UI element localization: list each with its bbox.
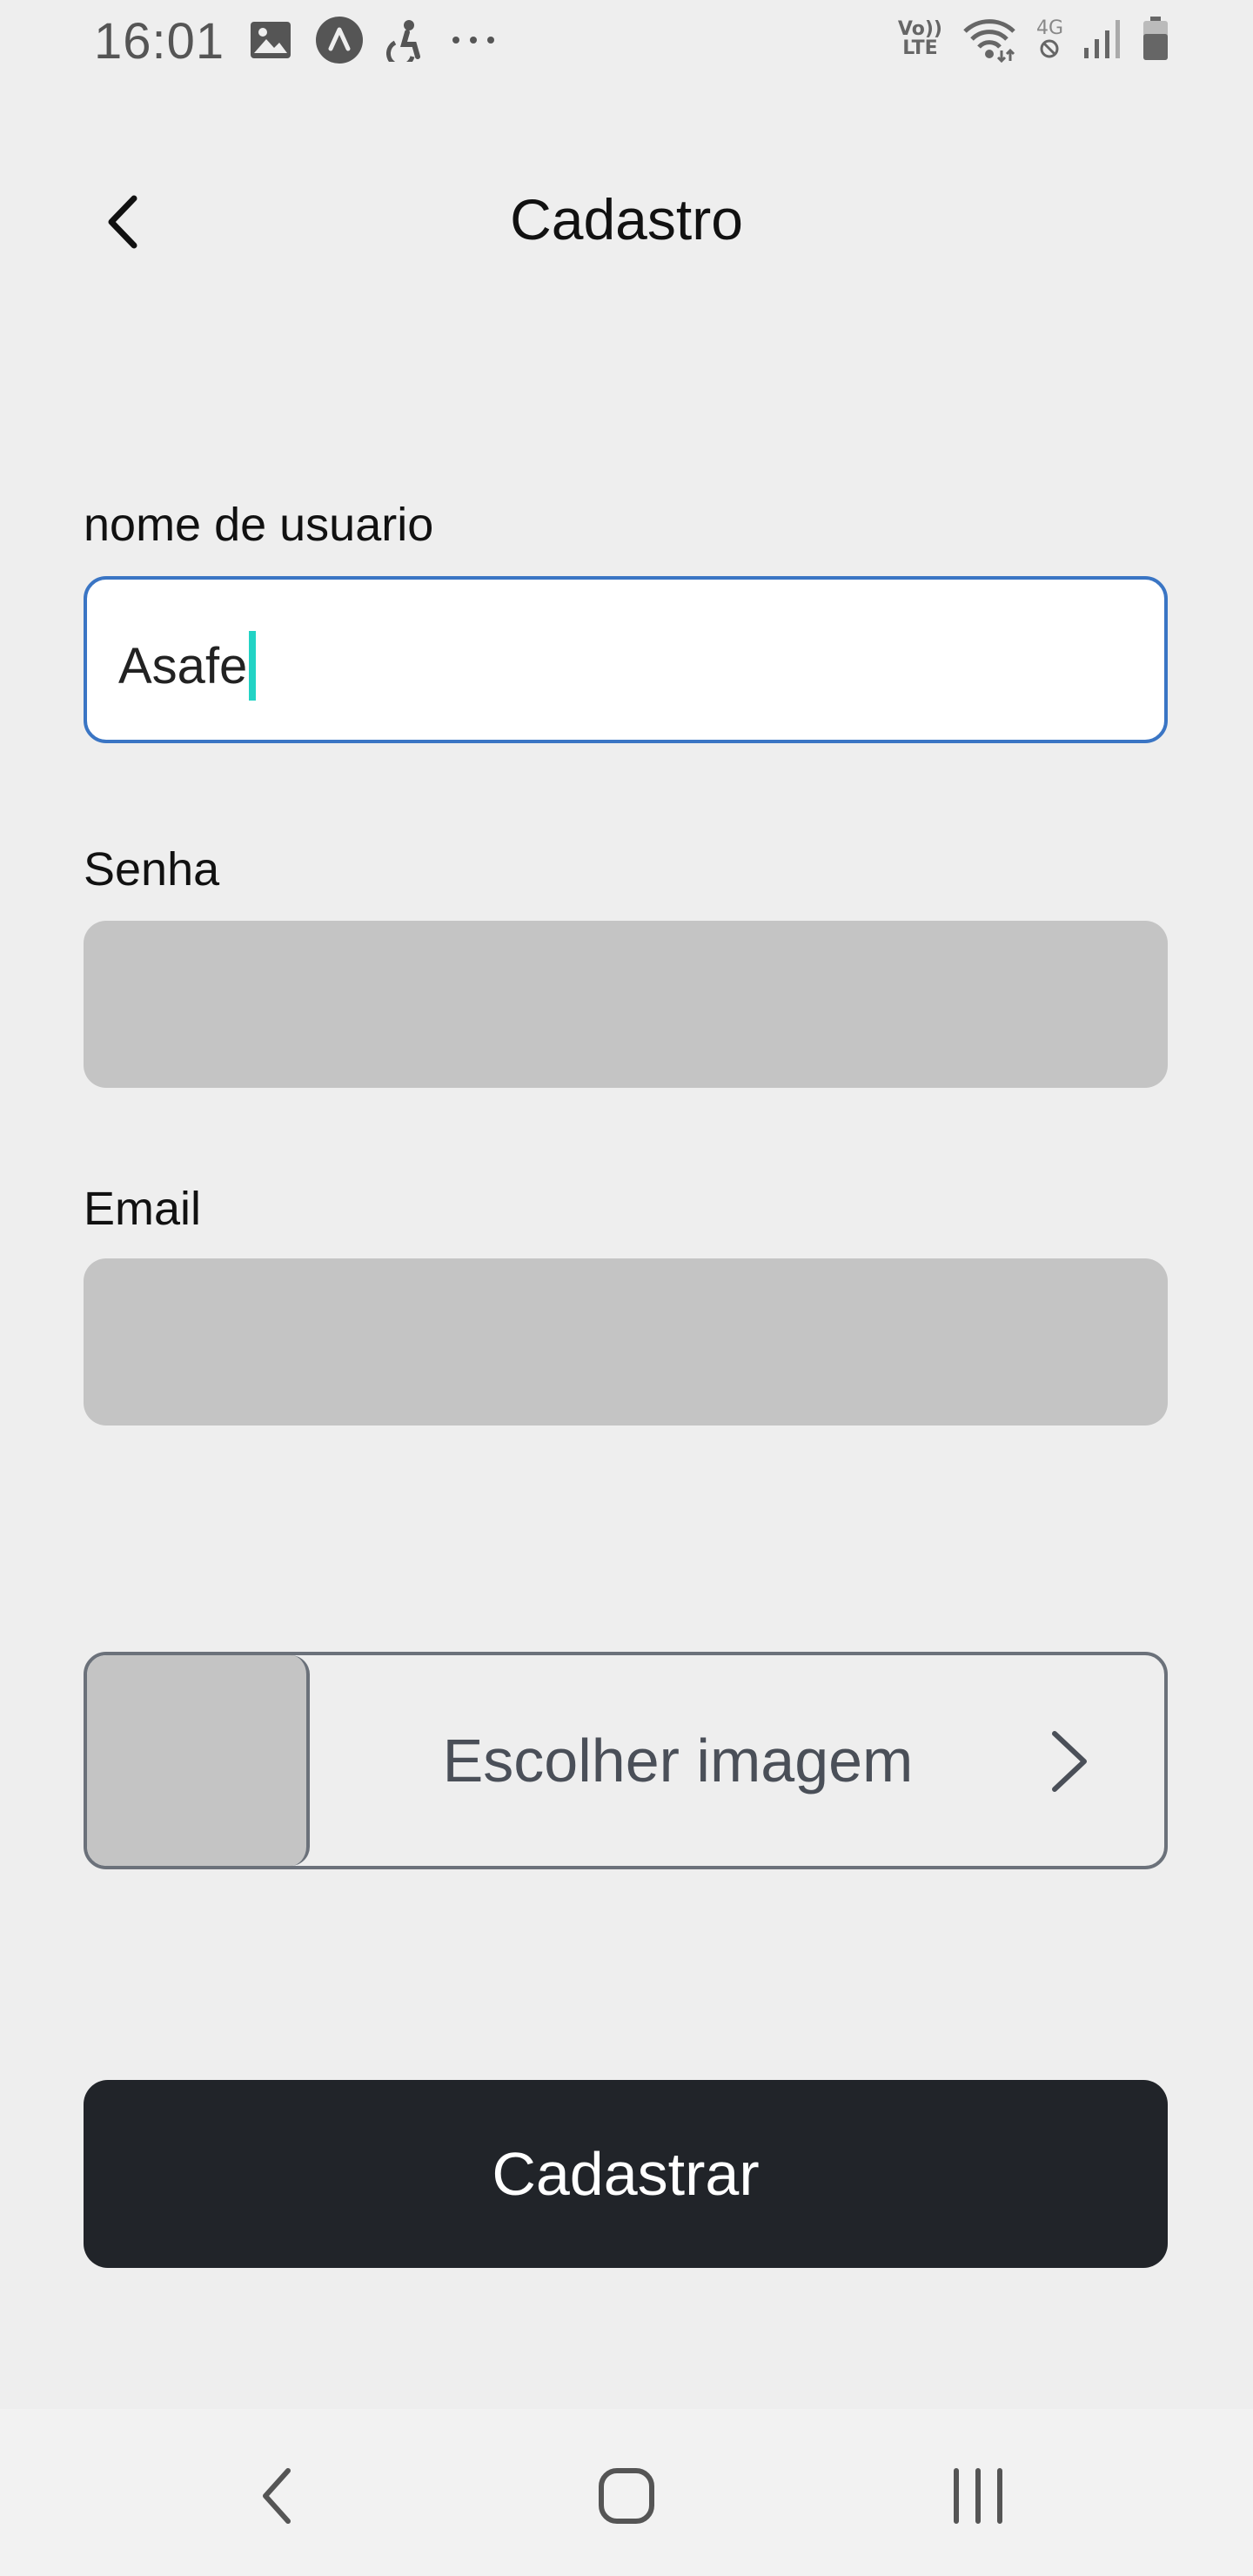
system-nav-bar — [0, 2409, 1253, 2576]
username-value-wrap: Asafe — [118, 631, 257, 701]
chevron-right-icon — [1052, 1731, 1087, 1792]
4g-icon: 4G — [1036, 19, 1063, 59]
image-picker-label: Escolher imagem — [442, 1727, 914, 1794]
no-data-icon — [1040, 39, 1059, 58]
status-bar: 16:01 Vo)) LTE 4G — [0, 0, 1253, 84]
volte-icon: Vo)) LTE — [897, 18, 942, 59]
image-thumbnail — [87, 1655, 310, 1866]
back-nav-icon — [263, 2468, 291, 2524]
wifi-icon — [963, 19, 1015, 63]
signup-screen: 16:01 Vo)) LTE 4G Cadastro nome de usuar… — [0, 0, 1253, 2576]
nav-back-button[interactable] — [224, 2444, 329, 2548]
email-input[interactable] — [84, 1258, 1168, 1426]
app-launcher-icon — [316, 17, 363, 64]
page-title: Cadastro — [510, 187, 743, 252]
status-left-icons — [249, 16, 498, 64]
nav-recents-button[interactable] — [926, 2444, 1030, 2548]
more-dots-icon — [452, 37, 494, 44]
image-icon — [251, 22, 291, 58]
status-time: 16:01 — [94, 13, 225, 70]
status-right-icons: Vo)) LTE 4G — [898, 16, 1169, 63]
nav-home-button[interactable] — [574, 2444, 679, 2548]
image-picker-button[interactable]: Escolher imagem — [84, 1652, 1168, 1869]
username-value: Asafe — [118, 637, 248, 694]
text-caret — [249, 631, 257, 701]
accessibility-icon — [386, 20, 420, 62]
password-label: Senha — [84, 843, 220, 896]
email-label: Email — [84, 1183, 202, 1235]
username-label: nome de usuario — [84, 499, 434, 551]
signal-icon — [1084, 20, 1120, 58]
password-input[interactable] — [84, 921, 1168, 1088]
register-button[interactable]: Cadastrar — [84, 2080, 1168, 2268]
battery-icon — [1143, 17, 1168, 60]
recents-nav-icon — [954, 2468, 1002, 2524]
home-nav-icon — [599, 2468, 654, 2524]
app-header: Cadastro — [0, 165, 1253, 278]
